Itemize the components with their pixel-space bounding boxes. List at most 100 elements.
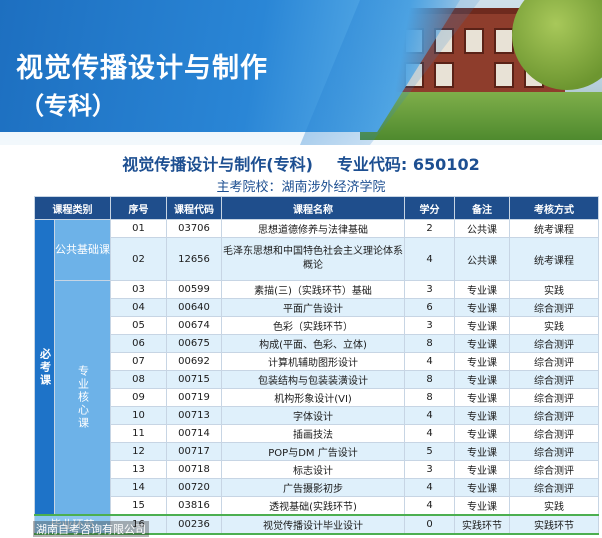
course-note: 专业课	[454, 280, 510, 299]
course-number: 15	[110, 496, 167, 516]
table-row: 02 12656 毛泽东思想和中国特色社会主义理论体系概论 4 公共课 统考课程	[35, 237, 599, 281]
table-row: 13 00718 标志设计 3 专业课 综合测评	[35, 460, 599, 479]
course-note: 专业课	[454, 352, 510, 371]
course-code: 00674	[166, 316, 222, 335]
course-credit: 0	[404, 514, 455, 535]
course-table: 课程类别 序号 课程代码 课程名称 学分 备注 考核方式 必考课 公共基础课 01 0…	[34, 196, 599, 535]
program-heading: 视觉传播设计与制作(专科) 专业代码: 650102	[0, 151, 602, 175]
course-name: 包装结构与包装装潢设计	[221, 370, 405, 389]
school-line: 主考院校：湖南涉外经济学院	[216, 180, 386, 195]
program-code: 650102	[412, 155, 480, 174]
course-number: 14	[110, 478, 167, 497]
header-code: 课程代码	[166, 196, 222, 220]
course-code: 00675	[166, 334, 222, 353]
table-row: 07 00692 计算机辅助图形设计 4 专业课 综合测评	[35, 352, 599, 371]
table-row: 06 00675 构成(平面、色彩、立体) 8 专业课 综合测评	[35, 334, 599, 353]
course-credit: 3	[404, 460, 455, 479]
program-code-label: 专业代码:	[336, 155, 408, 174]
course-note: 实践环节	[454, 514, 510, 535]
course-credit: 8	[404, 334, 455, 353]
header-credit: 学分	[404, 196, 455, 220]
course-exam: 综合测评	[509, 334, 599, 353]
course-exam: 实践环节	[509, 514, 599, 535]
course-note: 专业课	[454, 388, 510, 407]
program-name: 视觉传播设计与制作(专科)	[122, 155, 313, 174]
course-number: 01	[110, 219, 167, 238]
course-code: 00720	[166, 478, 222, 497]
course-code: 00599	[166, 280, 222, 299]
course-exam: 综合测评	[509, 460, 599, 479]
banner-title: 视觉传播设计与制作	[16, 53, 268, 84]
table-row: 04 00640 平面广告设计 6 专业课 综合测评	[35, 298, 599, 317]
course-exam: 统考课程	[509, 219, 599, 238]
watermark: 湖南自考咨询有限公司	[33, 521, 149, 537]
course-number: 02	[110, 237, 167, 281]
course-exam: 综合测评	[509, 424, 599, 443]
course-exam: 综合测评	[509, 442, 599, 461]
course-exam: 综合测评	[509, 478, 599, 497]
course-code: 00718	[166, 460, 222, 479]
course-credit: 8	[404, 388, 455, 407]
table-row: 14 00720 广告摄影初步 4 专业课 综合测评	[35, 478, 599, 497]
course-code: 00715	[166, 370, 222, 389]
table-row: 12 00717 POP与DM 广告设计 5 专业课 综合测评	[35, 442, 599, 461]
course-name: 计算机辅助图形设计	[221, 352, 405, 371]
course-number: 08	[110, 370, 167, 389]
course-number: 09	[110, 388, 167, 407]
course-number: 07	[110, 352, 167, 371]
table-row: 05 00674 色彩（实践环节） 3 专业课 实践	[35, 316, 599, 335]
course-name: POP与DM 广告设计	[221, 442, 405, 461]
course-number: 10	[110, 406, 167, 425]
course-name: 平面广告设计	[221, 298, 405, 317]
course-code: 03816	[166, 496, 222, 516]
course-name: 标志设计	[221, 460, 405, 479]
course-note: 专业课	[454, 370, 510, 389]
course-credit: 2	[404, 219, 455, 238]
header-note: 备注	[454, 196, 510, 220]
banner-subtitle: （专科）	[20, 92, 116, 120]
course-code: 00692	[166, 352, 222, 371]
course-name: 色彩（实践环节）	[221, 316, 405, 335]
course-credit: 4	[404, 478, 455, 497]
course-exam: 综合测评	[509, 370, 599, 389]
course-exam: 综合测评	[509, 298, 599, 317]
course-exam: 综合测评	[509, 352, 599, 371]
category-required: 必考课	[34, 219, 55, 516]
course-name: 构成(平面、色彩、立体)	[221, 334, 405, 353]
table-header-row: 课程类别 序号 课程代码 课程名称 学分 备注 考核方式	[34, 196, 599, 220]
course-number: 05	[110, 316, 167, 335]
course-name: 机构形象设计(VI)	[221, 388, 405, 407]
course-exam: 统考课程	[509, 237, 599, 281]
course-credit: 3	[404, 316, 455, 335]
course-code: 00717	[166, 442, 222, 461]
course-number: 13	[110, 460, 167, 479]
course-code: 12656	[166, 237, 222, 281]
course-number: 11	[110, 424, 167, 443]
course-note: 专业课	[454, 334, 510, 353]
course-name: 广告摄影初步	[221, 478, 405, 497]
table-row: 11 00714 插画技法 4 专业课 综合测评	[35, 424, 599, 443]
course-name: 插画技法	[221, 424, 405, 443]
table-row: 08 00715 包装结构与包装装潢设计 8 专业课 综合测评	[35, 370, 599, 389]
course-credit: 4	[404, 406, 455, 425]
course-exam: 实践	[509, 316, 599, 335]
course-note: 专业课	[454, 316, 510, 335]
table-row: 09 00719 机构形象设计(VI) 8 专业课 综合测评	[35, 388, 599, 407]
course-number: 03	[110, 280, 167, 299]
table-row: 15 03816 透视基础(实践环节) 4 专业课 实践	[35, 496, 599, 516]
course-number: 06	[110, 334, 167, 353]
course-note: 专业课	[454, 424, 510, 443]
course-name: 毛泽东思想和中国特色社会主义理论体系概论	[221, 237, 405, 281]
header-course-name: 课程名称	[221, 196, 405, 220]
table-row: 专业核心课 03 00599 素描(三)（实践环节）基础 3 专业课 实践	[35, 280, 599, 516]
course-note: 专业课	[454, 442, 510, 461]
course-credit: 8	[404, 370, 455, 389]
course-exam: 综合测评	[509, 388, 599, 407]
category-public-basic: 公共基础课	[54, 219, 111, 281]
table-row: 10 00713 字体设计 4 专业课 综合测评	[35, 406, 599, 425]
course-credit: 4	[404, 424, 455, 443]
header-number: 序号	[110, 196, 167, 220]
course-note: 专业课	[454, 496, 510, 516]
course-name: 透视基础(实践环节)	[221, 496, 405, 516]
course-code: 00713	[166, 406, 222, 425]
